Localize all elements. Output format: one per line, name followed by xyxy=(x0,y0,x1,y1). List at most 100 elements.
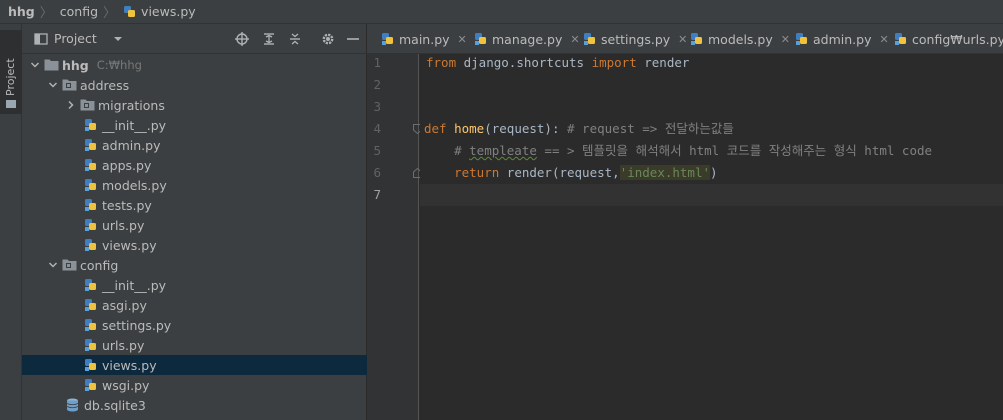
folder-icon xyxy=(6,100,16,108)
tree-item[interactable]: db.sqlite3 xyxy=(22,395,367,415)
package-folder-icon xyxy=(62,259,77,271)
line-number: 3 xyxy=(373,99,381,114)
line-number: 6 xyxy=(373,165,381,180)
expand-all-icon xyxy=(264,33,274,45)
python-file-icon xyxy=(895,33,906,45)
panel-settings-button[interactable] xyxy=(319,30,337,48)
project-tool-window-label: Project xyxy=(4,58,17,96)
editor-tab[interactable]: manage.py ✕ xyxy=(464,24,580,53)
expand-all-button[interactable] xyxy=(260,30,278,48)
function-params: (request): xyxy=(484,121,560,136)
tree-item[interactable]: __init__.py xyxy=(22,275,367,295)
breadcrumb-folder[interactable]: config xyxy=(60,0,98,24)
tree-item[interactable]: asgi.py xyxy=(22,295,367,315)
file-type-icon xyxy=(84,338,98,352)
tree-item[interactable]: migrations xyxy=(22,95,367,115)
ide-window: hhg 〉 config 〉 views.py Project Project … xyxy=(0,0,1003,420)
editor-tab-label: manage.py xyxy=(492,31,563,47)
editor-tab[interactable]: models.py ✕ xyxy=(680,24,790,53)
tree-item-label: address xyxy=(80,77,130,93)
tree-item[interactable]: settings.py xyxy=(22,315,367,335)
python-file-icon xyxy=(85,159,96,171)
folder-icon xyxy=(44,59,59,71)
tree-item-label: apps.py xyxy=(102,157,152,173)
tree-item-label: db.sqlite3 xyxy=(84,397,146,413)
tree-item-label: views.py xyxy=(102,357,157,373)
tree-item[interactable]: views.py xyxy=(22,355,367,375)
tree-item[interactable]: wsgi.py xyxy=(22,375,367,395)
hide-panel-button[interactable] xyxy=(344,30,362,48)
python-file-icon xyxy=(85,179,96,191)
project-tool-window-tab[interactable]: Project xyxy=(0,30,22,114)
python-file-icon xyxy=(85,359,96,371)
editor-tab[interactable]: config₩urls.py✕ xyxy=(884,24,1003,53)
editor-tab-label: main.py xyxy=(399,31,450,47)
tree-item[interactable]: tests.py xyxy=(22,195,367,215)
tree-item[interactable]: __init__.py xyxy=(22,115,367,135)
tree-item[interactable]: models.py xyxy=(22,175,367,195)
tree-item[interactable]: hhg C:₩hhg xyxy=(22,55,367,75)
project-tree: hhg C:₩hhg address migrations __init__.py adm… xyxy=(22,54,367,420)
closing-paren: ) xyxy=(710,165,718,180)
file-type-icon xyxy=(84,138,98,152)
tree-item-label: migrations xyxy=(98,97,165,113)
file-type-icon xyxy=(44,58,59,72)
string-literal: 'index.html' xyxy=(619,165,710,180)
file-type-icon xyxy=(84,298,98,312)
python-file-icon xyxy=(85,379,96,391)
breadcrumb-project[interactable]: hhg xyxy=(8,0,35,24)
comment: # xyxy=(424,143,470,158)
module-name: django.shortcuts xyxy=(456,55,592,70)
keyword: import xyxy=(591,55,637,70)
tree-item-label: hhg xyxy=(62,57,89,73)
tree-toggle[interactable] xyxy=(30,60,40,70)
project-panel-header: Project xyxy=(22,24,367,54)
tree-item[interactable]: urls.py xyxy=(22,215,367,235)
python-file-icon xyxy=(85,139,96,151)
tree-item-label: wsgi.py xyxy=(102,377,150,393)
comment: # request => 전달하는값들 xyxy=(559,121,734,136)
select-opened-file-button[interactable] xyxy=(233,30,251,48)
tree-item-path: C:₩hhg xyxy=(96,58,142,72)
file-type-icon xyxy=(84,318,98,332)
call-expression: render(request, xyxy=(499,165,620,180)
project-view-selector[interactable]: Project xyxy=(34,31,123,46)
breadcrumb-separator-icon: 〉 xyxy=(103,6,117,21)
file-type-icon xyxy=(84,238,98,252)
code-line-6: return render(request,'index.html') xyxy=(424,162,718,184)
python-file-icon xyxy=(85,319,96,331)
tree-item[interactable]: address xyxy=(22,75,367,95)
editor-tab-bar: main.py ✕ manage.py ✕ settings.py ✕ models.py ✕… xyxy=(367,24,1003,54)
editor-tab[interactable]: admin.py ✕ xyxy=(785,24,889,53)
tree-item[interactable]: urls.py xyxy=(22,335,367,355)
tree-toggle[interactable] xyxy=(66,100,76,110)
collapse-all-button[interactable] xyxy=(286,30,304,48)
tree-item[interactable]: views.py xyxy=(22,235,367,255)
current-line-highlight xyxy=(420,184,1003,206)
minimize-icon xyxy=(347,38,359,40)
code-line-1: from django.shortcuts import render xyxy=(426,52,689,74)
editor-tab-label: admin.py xyxy=(813,31,872,47)
file-type-icon xyxy=(66,398,80,412)
file-type-icon xyxy=(84,358,98,372)
breadcrumb-file[interactable]: views.py xyxy=(123,0,196,24)
tree-toggle[interactable] xyxy=(48,260,58,270)
python-file-icon xyxy=(382,33,393,45)
python-file-icon xyxy=(85,339,96,351)
target-icon xyxy=(235,32,249,46)
editor-tab[interactable]: settings.py ✕ xyxy=(573,24,687,53)
tree-item-label: asgi.py xyxy=(102,297,147,313)
tree-item[interactable]: config xyxy=(22,255,367,275)
tree-item[interactable]: admin.py xyxy=(22,135,367,155)
file-type-icon xyxy=(80,98,95,112)
tree-toggle[interactable] xyxy=(48,80,58,90)
python-file-icon xyxy=(85,239,96,251)
editor-tab[interactable]: main.py ✕ xyxy=(371,24,467,53)
code-editor[interactable]: from django.shortcuts import render def … xyxy=(420,54,1003,420)
breadcrumb-project-label: hhg xyxy=(8,4,35,19)
tree-item[interactable]: apps.py xyxy=(22,155,367,175)
tree-item-label: urls.py xyxy=(102,337,145,353)
line-number: 5 xyxy=(373,143,381,158)
file-type-icon xyxy=(84,158,98,172)
